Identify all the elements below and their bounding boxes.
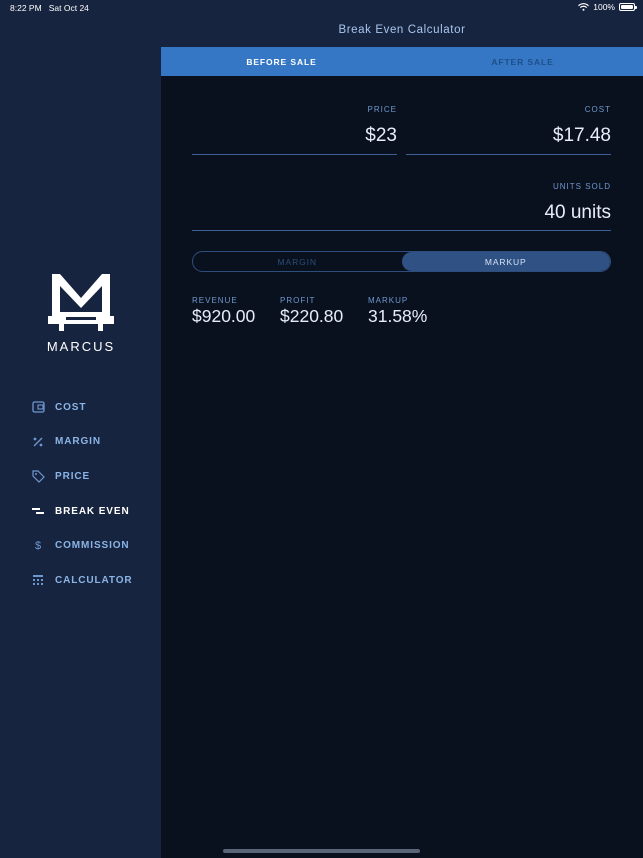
calculator-icon: [30, 572, 46, 588]
sidebar-item-label: COMMISSION: [55, 540, 130, 552]
main-header: 100% Break Even Calculator: [161, 0, 643, 47]
result-value: 31.58%: [368, 306, 428, 326]
sidebar-item-label: MARGIN: [55, 436, 101, 448]
sidebar-item-commission[interactable]: $ COMMISSION: [30, 528, 160, 563]
cost-input[interactable]: $17.48: [406, 125, 611, 147]
brand-name: MARCUS: [46, 339, 116, 354]
sidebar-item-break-even[interactable]: BREAK EVEN: [30, 494, 160, 529]
wifi-icon: [578, 3, 590, 11]
result-value: $220.80: [280, 306, 344, 326]
sidebar-item-label: CALCULATOR: [55, 574, 133, 586]
status-date-text: Sat Oct 24: [48, 3, 89, 13]
dollar-icon: $: [34, 539, 42, 552]
sidebar-item-price[interactable]: PRICE: [30, 459, 160, 494]
margin-markup-toggle: MARGIN MARKUP: [192, 251, 611, 272]
units-sold-label: UNITS SOLD: [552, 182, 611, 191]
units-sold-underline: [192, 230, 611, 231]
break-even-icon: [30, 503, 46, 519]
result-label: PROFIT: [280, 296, 316, 305]
sidebar-nav: COST MARGIN PRICE BREAK EVEN $ COMMISSIO…: [30, 390, 160, 598]
sidebar-item-label: PRICE: [55, 470, 91, 482]
tab-after-sale[interactable]: AFTER SALE: [402, 47, 643, 76]
price-input[interactable]: $23: [192, 125, 397, 147]
result-markup: MARKUP 31.58%: [368, 296, 427, 327]
home-indicator: [223, 849, 420, 853]
wallet-icon: [30, 399, 46, 415]
main-panel: 100% Break Even Calculator BEFORE SALE A…: [161, 0, 643, 858]
result-value: $920.00: [192, 306, 256, 326]
toggle-margin[interactable]: MARGIN: [193, 252, 402, 271]
status-time: 8:22 PM Sat Oct 24: [10, 3, 89, 13]
sidebar-item-label: COST: [55, 401, 87, 413]
units-sold-input[interactable]: 40 units: [192, 202, 611, 224]
battery-percent: 100%: [593, 2, 615, 12]
marcus-logo-icon: [48, 274, 114, 331]
sidebar-item-margin[interactable]: MARGIN: [30, 425, 160, 460]
sidebar-item-label: BREAK EVEN: [55, 505, 130, 517]
sale-tabs: BEFORE SALE AFTER SALE: [161, 47, 643, 76]
result-label: REVENUE: [192, 296, 238, 305]
battery-icon: [619, 3, 637, 11]
cost-label: COST: [584, 105, 611, 114]
price-underline: [192, 154, 397, 155]
cost-underline: [406, 154, 611, 155]
status-indicators: 100%: [578, 2, 637, 12]
result-profit: PROFIT $220.80: [280, 296, 343, 327]
sidebar-item-cost[interactable]: COST: [30, 390, 160, 425]
status-time-text: 8:22 PM: [10, 3, 42, 13]
result-revenue: REVENUE $920.00: [192, 296, 255, 327]
price-label: PRICE: [367, 105, 397, 114]
page-title: Break Even Calculator: [338, 24, 466, 36]
percent-icon: [30, 434, 46, 450]
tag-icon: [30, 468, 46, 484]
result-label: MARKUP: [368, 296, 409, 305]
toggle-markup[interactable]: MARKUP: [401, 252, 610, 271]
tab-before-sale[interactable]: BEFORE SALE: [161, 47, 402, 76]
sidebar: 8:22 PM Sat Oct 24 MARCUS COST MARGIN PR…: [0, 0, 161, 858]
brand-logo: MARCUS: [40, 270, 122, 354]
sidebar-item-calculator[interactable]: CALCULATOR: [30, 563, 160, 598]
